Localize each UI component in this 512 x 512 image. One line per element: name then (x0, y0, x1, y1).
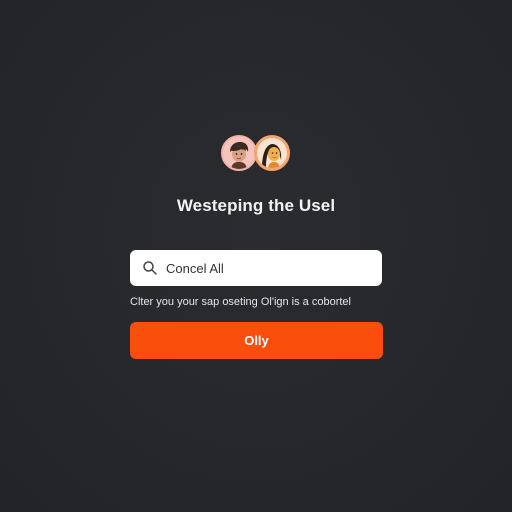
user-avatar-icon (257, 138, 287, 168)
page-title: Westeping the Usel (176, 196, 336, 215)
primary-button[interactable]: Olly (130, 322, 383, 359)
avatar (254, 135, 290, 171)
login-screen: Westeping the Usel Clter you your sap os… (0, 0, 512, 512)
search-input[interactable] (166, 260, 366, 276)
search-icon (142, 260, 158, 276)
helper-text: Clter you your sap oseting Ol'ign is a c… (130, 296, 351, 308)
avatar-group (221, 135, 293, 175)
user-avatar-icon (223, 137, 255, 169)
search-field[interactable] (130, 250, 382, 286)
avatar (221, 135, 257, 171)
